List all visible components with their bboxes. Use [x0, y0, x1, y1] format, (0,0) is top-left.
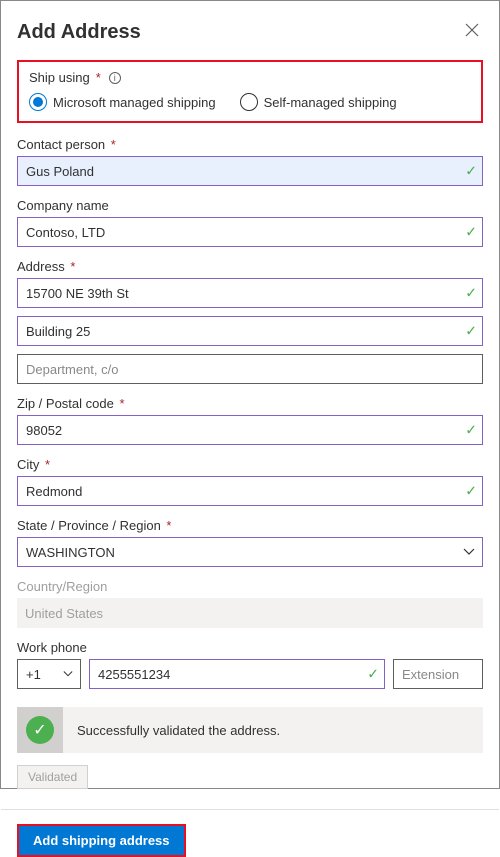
status-icon-box: ✓ — [17, 707, 63, 753]
field-work-phone: Work phone ✓ — [17, 640, 483, 689]
field-label: City * — [17, 457, 483, 472]
zip-input[interactable] — [17, 415, 483, 445]
validated-button[interactable]: Validated — [17, 765, 88, 789]
radio-self-managed[interactable]: Self-managed shipping — [240, 93, 397, 111]
radio-label: Self-managed shipping — [264, 95, 397, 110]
radio-microsoft-managed[interactable]: Microsoft managed shipping — [29, 93, 216, 111]
ship-using-label: Ship using — [29, 70, 90, 85]
field-label: Country/Region — [17, 579, 483, 594]
radio-icon — [29, 93, 47, 111]
phone-number-input[interactable] — [89, 659, 385, 689]
info-icon[interactable]: i — [109, 72, 121, 84]
address-line3-input[interactable] — [17, 354, 483, 384]
phone-country-code-select[interactable] — [17, 659, 81, 689]
company-name-input[interactable] — [17, 217, 483, 247]
field-city: City * ✓ — [17, 457, 483, 506]
field-contact-person: Contact person * ✓ — [17, 137, 483, 186]
contact-person-input[interactable] — [17, 156, 483, 186]
panel-footer: Add shipping address — [1, 809, 499, 857]
city-input[interactable] — [17, 476, 483, 506]
close-icon[interactable] — [461, 19, 483, 46]
field-label: State / Province / Region * — [17, 518, 483, 533]
field-company-name: Company name ✓ — [17, 198, 483, 247]
ship-using-section: Ship using * i Microsoft managed shippin… — [17, 60, 483, 123]
field-address: Address * ✓ ✓ — [17, 259, 483, 384]
validation-status-bar: ✓ Successfully validated the address. — [17, 707, 483, 753]
field-label: Zip / Postal code * — [17, 396, 483, 411]
success-check-icon: ✓ — [26, 716, 54, 744]
ship-using-label-row: Ship using * i — [29, 70, 471, 85]
field-zip: Zip / Postal code * ✓ — [17, 396, 483, 445]
country-readonly: United States — [17, 598, 483, 628]
address-line2-input[interactable] — [17, 316, 483, 346]
field-label: Address * — [17, 259, 483, 274]
add-address-panel: Add Address Ship using * i Microsoft man… — [0, 0, 500, 789]
field-label: Work phone — [17, 640, 483, 655]
panel-title: Add Address — [17, 21, 141, 44]
add-shipping-address-button[interactable]: Add shipping address — [17, 824, 186, 857]
field-country: Country/Region United States — [17, 579, 483, 628]
status-message: Successfully validated the address. — [63, 723, 280, 738]
field-state: State / Province / Region * — [17, 518, 483, 567]
field-label: Company name — [17, 198, 483, 213]
panel-header: Add Address — [17, 19, 483, 46]
address-line1-input[interactable] — [17, 278, 483, 308]
required-marker: * — [96, 70, 101, 85]
ship-using-radio-group: Microsoft managed shipping Self-managed … — [29, 93, 471, 111]
radio-icon — [240, 93, 258, 111]
state-select[interactable] — [17, 537, 483, 567]
phone-extension-input[interactable] — [393, 659, 483, 689]
field-label: Contact person * — [17, 137, 483, 152]
radio-label: Microsoft managed shipping — [53, 95, 216, 110]
